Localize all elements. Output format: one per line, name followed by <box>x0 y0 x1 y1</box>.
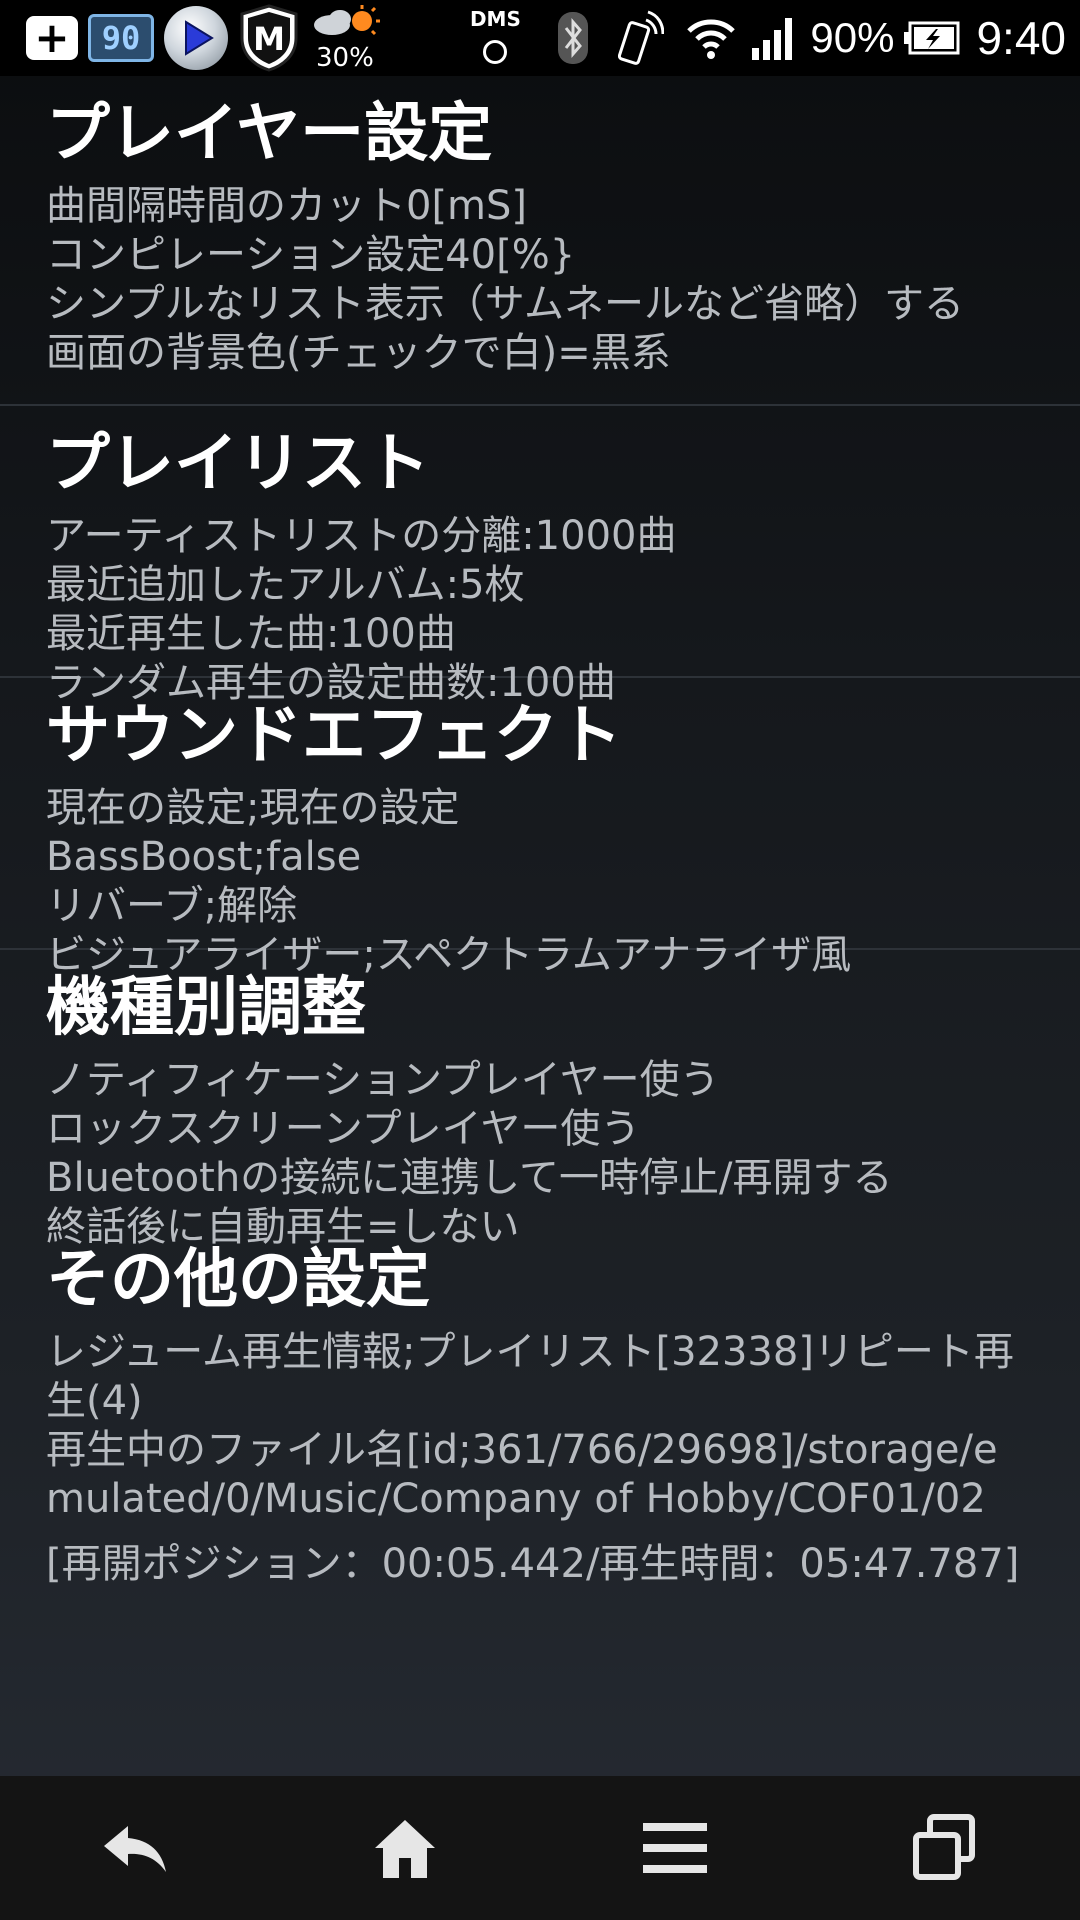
section-summary: 曲間隔時間のカット0[mS] コンピレーション設定40[%} シンプルなリスト表… <box>46 174 1080 394</box>
clock: 9:40 <box>976 12 1066 64</box>
signal-icon <box>752 16 796 60</box>
setting-line: ロックスクリーンプレイヤー使う <box>46 1106 641 1152</box>
menu-button[interactable] <box>615 1798 735 1898</box>
setting-line: 現在の設定;現在の設定 <box>46 785 460 831</box>
settings-list: プレイヤー設定 曲間隔時間のカット0[mS] コンピレーション設定40[%} シ… <box>0 76 1080 1776</box>
system-icons: DMS 90% 9:40 <box>412 0 1066 76</box>
screen: + 90 M 30% DMS 90% 9:40 プレイヤー設定 曲間隔時間のカッ… <box>0 0 1080 1920</box>
setting-line: [再開ポジション：00:05.442/再生時間：05:47.787] <box>46 1541 1020 1587</box>
setting-line: シンプルなリスト表示（サムネールなど省略）する <box>46 281 964 327</box>
home-button[interactable] <box>345 1798 465 1898</box>
battery-charging-icon <box>904 21 960 55</box>
setting-line: 最近追加したアルバム:5枚 <box>46 562 525 608</box>
section-title: プレイヤー設定 <box>46 97 493 171</box>
setting-line: 曲間隔時間のカット0[mS] <box>46 183 528 229</box>
dms-label: DMS <box>469 7 521 31</box>
add-icon: + <box>26 16 78 60</box>
navigation-bar <box>0 1776 1080 1920</box>
section-summary: レジューム再生情報;プレイリスト[32338]リピート再生(4) 再生中のファイ… <box>46 1320 1080 1605</box>
weather-icon: 30% <box>310 3 382 73</box>
mcafee-shield-icon: M <box>238 4 300 72</box>
weather-percent: 30% <box>316 43 374 73</box>
media-player-icon <box>164 6 228 70</box>
section-device-adjustment[interactable]: 機種別調整 ノティフィケーションプレイヤー使う ロックスクリーンプレイヤー使う … <box>0 950 1080 1250</box>
wifi-icon <box>686 17 736 59</box>
battery-percent: 90% <box>810 14 895 61</box>
setting-line: コンピレーション設定40[%} <box>46 232 576 278</box>
recent-apps-button[interactable] <box>885 1798 1005 1898</box>
setting-line: ノティフィケーションプレイヤー使う <box>46 1057 720 1103</box>
back-button[interactable] <box>75 1798 195 1898</box>
svg-text:M: M <box>253 20 285 58</box>
dms-ring-icon <box>483 40 508 64</box>
back-icon <box>104 1826 166 1872</box>
home-icon <box>375 1820 435 1878</box>
status-bar: + 90 M 30% DMS 90% 9:40 <box>0 0 1080 76</box>
section-playlist[interactable]: プレイリスト アーティストリストの分離:1000曲 最近追加したアルバム:5枚 … <box>0 406 1080 706</box>
setting-line: レジューム再生情報;プレイリスト[32338]リピート再生(4) <box>46 1329 1014 1424</box>
section-player-settings[interactable]: プレイヤー設定 曲間隔時間のカット0[mS] コンピレーション設定40[%} シ… <box>0 76 1080 406</box>
setting-line: Bluetoothの接続に連携して一時停止/再開する <box>46 1155 893 1201</box>
section-other-settings[interactable]: その他の設定 レジューム再生情報;プレイリスト[32338]リピート再生(4) … <box>0 1222 1080 1605</box>
battery-app-icon: 90 <box>88 14 154 62</box>
section-sound-effect[interactable]: サウンドエフェクト 現在の設定;現在の設定 BassBoost;false リバ… <box>0 678 1080 978</box>
setting-line: 再生中のファイル名[id;361/766/29698]/storage/emul… <box>46 1427 998 1522</box>
bluetooth-icon <box>558 12 589 64</box>
setting-line: アーティストリストの分離:1000曲 <box>46 513 677 559</box>
notification-icons: + 90 M 30% <box>26 3 382 73</box>
setting-line: 画面の背景色(チェックで白)=黒系 <box>46 330 671 376</box>
recent-apps-icon <box>913 1814 975 1880</box>
setting-line: リバーブ;解除 <box>46 883 298 929</box>
nfc-phone-icon <box>618 10 665 66</box>
setting-line: BassBoost;false <box>46 834 362 880</box>
setting-line: 最近再生した曲:100曲 <box>46 611 456 657</box>
menu-icon <box>643 1823 707 1873</box>
dms-indicator: DMS <box>466 6 524 70</box>
section-title: プレイリスト <box>46 427 430 501</box>
